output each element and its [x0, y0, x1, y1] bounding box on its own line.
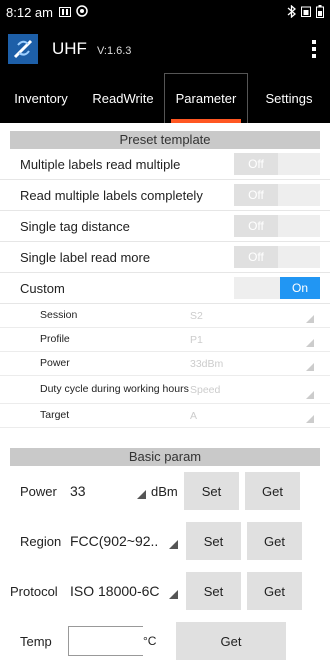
- power-row: Power 33 dBm Set Get: [0, 470, 330, 512]
- custom-row-session: Session S2: [0, 304, 330, 328]
- temp-unit: °C: [143, 634, 157, 648]
- app-bar: UHF V:1.6.3: [0, 25, 330, 73]
- protocol-select[interactable]: ISO 18000-6C: [68, 576, 180, 606]
- tab-inventory[interactable]: Inventory: [0, 73, 82, 123]
- protocol-row: Protocol ISO 18000-6C Set Get: [0, 570, 330, 612]
- basic-param-heading: Basic param: [10, 448, 320, 466]
- signal-icon: [301, 5, 311, 20]
- power-get-button[interactable]: Get: [245, 472, 300, 510]
- preset-toggle[interactable]: Off: [234, 184, 320, 206]
- tab-readwrite[interactable]: ReadWrite: [82, 73, 164, 123]
- preset-toggle[interactable]: Off: [234, 246, 320, 268]
- preset-label: Custom: [20, 280, 65, 296]
- preset-label: Multiple labels read multiple: [20, 156, 181, 172]
- status-bar: 8:12 am: [0, 0, 330, 25]
- region-select[interactable]: FCC(902~92..: [68, 526, 180, 556]
- region-row: Region FCC(902~92.. Set Get: [0, 520, 330, 562]
- preset-label: Single tag distance: [20, 218, 130, 234]
- custom-toggle[interactable]: On: [234, 277, 320, 299]
- temp-field: [68, 626, 143, 656]
- status-time: 8:12 am: [6, 5, 53, 20]
- power-set-button[interactable]: Set: [184, 472, 239, 510]
- app-version: V:1.6.3: [96, 45, 132, 57]
- preset-row-single-distance: Single tag distance Off: [0, 211, 330, 242]
- protocol-get-button[interactable]: Get: [247, 572, 302, 610]
- battery-icon: [316, 4, 324, 21]
- power-select[interactable]: 33dBm: [190, 352, 320, 375]
- tab-parameter[interactable]: Parameter: [164, 73, 248, 123]
- preset-row-read-completely: Read multiple labels completely Off: [0, 180, 330, 211]
- overflow-menu-icon[interactable]: [306, 34, 322, 64]
- app-title: UHF: [52, 39, 87, 58]
- custom-row-duty-cycle: Duty cycle during working hours Speed: [0, 376, 330, 404]
- notification-icon: [76, 5, 88, 20]
- preset-template-heading: Preset template: [10, 131, 320, 149]
- preset-row-custom: Custom On: [0, 273, 330, 304]
- bluetooth-icon: [287, 4, 296, 21]
- preset-toggle[interactable]: Off: [234, 215, 320, 237]
- region-set-button[interactable]: Set: [186, 522, 241, 560]
- preset-label: Read multiple labels completely: [20, 187, 203, 203]
- profile-select[interactable]: P1: [190, 328, 320, 351]
- sim-card-icon: [58, 5, 71, 20]
- protocol-set-button[interactable]: Set: [186, 572, 241, 610]
- preset-row-multiple-read: Multiple labels read multiple Off: [0, 149, 330, 180]
- preset-toggle[interactable]: Off: [234, 153, 320, 175]
- temp-row: Temp °C Get: [0, 620, 330, 662]
- custom-row-power: Power 33dBm: [0, 352, 330, 376]
- app-logo-icon: [8, 34, 38, 64]
- tab-settings[interactable]: Settings: [248, 73, 330, 123]
- session-select[interactable]: S2: [190, 304, 320, 327]
- preset-label: Single label read more: [20, 249, 151, 265]
- power-unit: dBm: [151, 483, 178, 499]
- target-select[interactable]: A: [190, 404, 320, 427]
- custom-row-target: Target A: [0, 404, 330, 428]
- preset-row-single-read-more: Single label read more Off: [0, 242, 330, 273]
- duty-cycle-select[interactable]: Speed: [190, 376, 320, 403]
- region-get-button[interactable]: Get: [247, 522, 302, 560]
- temp-get-button[interactable]: Get: [176, 622, 286, 660]
- basic-param-section: Basic param Power 33 dBm Set Get Region …: [0, 448, 330, 662]
- tab-bar: Inventory ReadWrite Parameter Settings: [0, 73, 330, 123]
- custom-row-profile: Profile P1: [0, 328, 330, 352]
- preset-template-section: Preset template Multiple labels read mul…: [0, 131, 330, 428]
- power-value-select[interactable]: 33: [68, 476, 148, 506]
